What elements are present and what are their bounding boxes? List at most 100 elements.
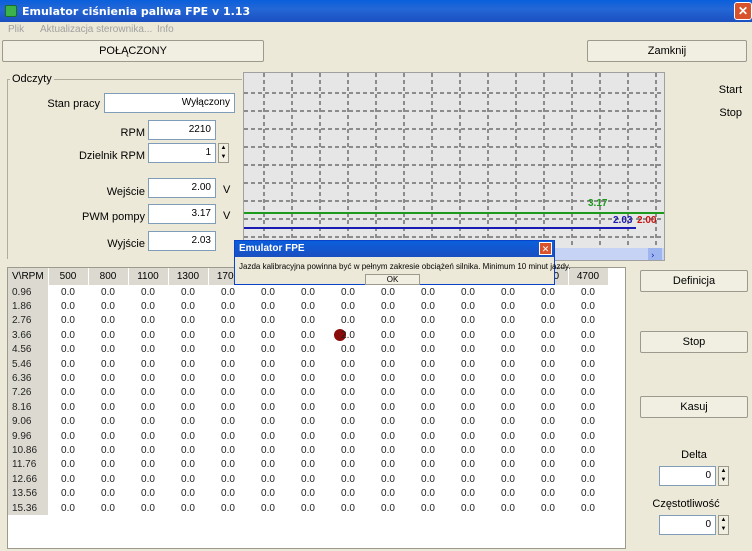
- table-cell[interactable]: 0.0: [448, 486, 488, 500]
- table-cell[interactable]: 0.0: [368, 343, 408, 357]
- table-cell[interactable]: 0.0: [488, 472, 528, 486]
- table-cell[interactable]: 0.0: [248, 501, 288, 515]
- table-cell[interactable]: 0.0: [168, 415, 208, 429]
- table-cell[interactable]: 0.0: [488, 328, 528, 342]
- table-cell[interactable]: 0.0: [368, 328, 408, 342]
- table-cell[interactable]: 0.0: [368, 458, 408, 472]
- table-cell[interactable]: 0.0: [88, 285, 128, 299]
- table-cell[interactable]: 0.0: [528, 458, 568, 472]
- table-cell[interactable]: 0.0: [48, 400, 88, 414]
- table-cell[interactable]: 0.0: [88, 486, 128, 500]
- table-cell[interactable]: 0.0: [408, 357, 448, 371]
- table-cell[interactable]: 0.0: [528, 429, 568, 443]
- rpm-divider-field[interactable]: 1: [148, 143, 216, 163]
- table-cell[interactable]: 0.0: [248, 357, 288, 371]
- table-cell[interactable]: 0.0: [128, 343, 168, 357]
- table-cell[interactable]: 0.0: [248, 415, 288, 429]
- table-cell[interactable]: 0.0: [248, 299, 288, 313]
- table-cell[interactable]: 0.0: [208, 357, 248, 371]
- table-cell[interactable]: 0.0: [48, 429, 88, 443]
- table-cell[interactable]: 0.0: [128, 285, 168, 299]
- table-cell[interactable]: 0.0: [528, 400, 568, 414]
- table-cell[interactable]: 0.0: [48, 386, 88, 400]
- table-cell[interactable]: 0.0: [288, 429, 328, 443]
- table-cell[interactable]: 0.0: [168, 314, 208, 328]
- table-cell[interactable]: 0.0: [528, 285, 568, 299]
- table-cell[interactable]: 0.0: [328, 357, 368, 371]
- stop-top-button[interactable]: Stop: [666, 103, 748, 125]
- table-cell[interactable]: 0.0: [48, 343, 88, 357]
- table-cell[interactable]: 0.0: [288, 328, 328, 342]
- table-cell[interactable]: 0.0: [448, 415, 488, 429]
- table-cell[interactable]: 0.0: [528, 314, 568, 328]
- table-cell[interactable]: 0.0: [368, 314, 408, 328]
- table-cell[interactable]: 0.0: [128, 429, 168, 443]
- table-cell[interactable]: 0.0: [248, 429, 288, 443]
- table-cell[interactable]: 0.0: [328, 314, 368, 328]
- table-cell[interactable]: 0.0: [408, 415, 448, 429]
- table-cell[interactable]: 0.0: [288, 314, 328, 328]
- table-cell[interactable]: 0.0: [208, 371, 248, 385]
- table-cell[interactable]: 0.0: [208, 486, 248, 500]
- table-cell[interactable]: 0.0: [168, 299, 208, 313]
- table-cell[interactable]: 0.0: [448, 357, 488, 371]
- table-cell[interactable]: 0.0: [568, 486, 608, 500]
- table-cell[interactable]: 0.0: [88, 501, 128, 515]
- table-cell[interactable]: 0.0: [168, 400, 208, 414]
- table-cell[interactable]: 0.0: [328, 386, 368, 400]
- table-cell[interactable]: 0.0: [168, 486, 208, 500]
- menu-info[interactable]: Info: [157, 24, 174, 35]
- table-cell[interactable]: 0.0: [568, 443, 608, 457]
- table-cell[interactable]: 0.0: [448, 314, 488, 328]
- table-cell[interactable]: 0.0: [208, 443, 248, 457]
- table-cell[interactable]: 0.0: [448, 443, 488, 457]
- close-button[interactable]: Zamknij: [587, 40, 747, 62]
- table-cell[interactable]: 0.0: [408, 328, 448, 342]
- spin-down-icon[interactable]: ▼: [219, 153, 228, 162]
- table-cell[interactable]: 0.0: [488, 371, 528, 385]
- table-cell[interactable]: 0.0: [128, 472, 168, 486]
- table-cell[interactable]: 0.0: [288, 371, 328, 385]
- table-cell[interactable]: 0.0: [528, 386, 568, 400]
- definition-button[interactable]: Definicja: [640, 270, 748, 292]
- table-cell[interactable]: 0.0: [208, 501, 248, 515]
- table-cell[interactable]: 0.0: [88, 357, 128, 371]
- table-cell[interactable]: 0.0: [328, 443, 368, 457]
- table-cell[interactable]: 0.0: [288, 415, 328, 429]
- table-cell[interactable]: 0.0: [568, 343, 608, 357]
- table-cell[interactable]: 0.0: [448, 343, 488, 357]
- table-cell[interactable]: 0.0: [128, 371, 168, 385]
- table-cell[interactable]: 0.0: [248, 458, 288, 472]
- start-button[interactable]: Start: [666, 80, 748, 102]
- table-cell[interactable]: 0.0: [408, 443, 448, 457]
- table-cell[interactable]: 0.0: [328, 429, 368, 443]
- table-cell[interactable]: 0.0: [248, 371, 288, 385]
- table-cell[interactable]: 0.0: [488, 415, 528, 429]
- table-cell[interactable]: 0.0: [448, 458, 488, 472]
- spin-down-icon[interactable]: ▼: [719, 476, 728, 485]
- table-cell[interactable]: 0.0: [248, 314, 288, 328]
- table-cell[interactable]: 0.0: [528, 501, 568, 515]
- table-cell[interactable]: 0.0: [568, 328, 608, 342]
- table-cell[interactable]: 0.0: [48, 371, 88, 385]
- table-cell[interactable]: 0.0: [488, 400, 528, 414]
- table-cell[interactable]: 0.0: [408, 486, 448, 500]
- table-cell[interactable]: 0.0: [328, 458, 368, 472]
- table-cell[interactable]: 0.0: [488, 299, 528, 313]
- table-cell[interactable]: 0.0: [368, 429, 408, 443]
- table-cell[interactable]: 0.0: [448, 328, 488, 342]
- spin-up-icon[interactable]: ▲: [219, 144, 228, 153]
- table-cell[interactable]: 0.0: [488, 343, 528, 357]
- table-cell[interactable]: 0.0: [128, 386, 168, 400]
- table-cell[interactable]: 0.0: [48, 415, 88, 429]
- table-cell[interactable]: 0.0: [568, 357, 608, 371]
- table-cell[interactable]: 0.0: [88, 343, 128, 357]
- table-cell[interactable]: 0.0: [48, 486, 88, 500]
- table-cell[interactable]: 0.0: [128, 415, 168, 429]
- table-cell[interactable]: 0.0: [568, 458, 608, 472]
- table-cell[interactable]: 0.0: [208, 299, 248, 313]
- table-cell[interactable]: 0.0: [128, 357, 168, 371]
- table-cell[interactable]: 0.0: [88, 429, 128, 443]
- table-cell[interactable]: 0.0: [408, 501, 448, 515]
- menu-firmware-update[interactable]: Aktualizacja sterownika...: [40, 24, 152, 35]
